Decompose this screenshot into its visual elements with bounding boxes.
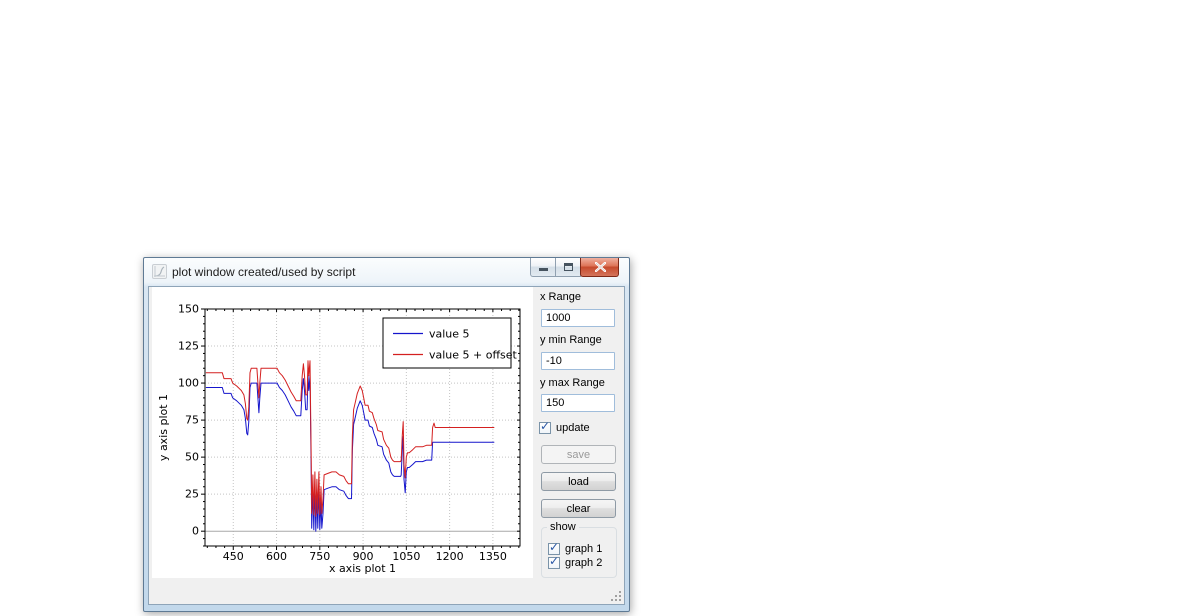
svg-text:1050: 1050 [392,550,420,563]
svg-text:x axis plot 1: x axis plot 1 [329,562,396,575]
svg-text:25: 25 [185,488,199,501]
svg-text:75: 75 [185,414,199,427]
y-min-range-label: y min Range [540,334,602,346]
svg-text:50: 50 [185,451,199,464]
maximize-button[interactable] [555,258,581,277]
save-button[interactable]: save [541,445,616,464]
title-bar[interactable]: plot window created/used by script [144,258,629,286]
y-min-range-input[interactable] [541,352,615,370]
check-icon: ✓ [549,540,560,554]
y-max-range-input[interactable] [541,394,615,412]
resize-grip[interactable] [611,591,621,601]
update-checkbox-label: update [556,422,590,434]
x-range-label: x Range [540,291,581,303]
maximize-icon [564,263,573,271]
sidebar: x Range y min Range y max Range ✓ update… [538,291,623,581]
svg-text:600: 600 [266,550,287,563]
svg-text:150: 150 [178,303,199,316]
check-icon: ✓ [549,554,560,568]
update-checkbox[interactable]: ✓ update [539,419,590,434]
y-max-range-label: y max Range [540,377,605,389]
svg-text:750: 750 [309,550,330,563]
svg-text:1350: 1350 [479,550,507,563]
plot-canvas[interactable]: 450 600 750 900 1050 1200 13500255075100125150… [152,287,533,578]
graph2-checkbox[interactable]: ✓ graph 2 [548,554,603,569]
x-range-input[interactable] [541,309,615,327]
checkbox-box: ✓ [548,554,560,569]
plot-panel: 450 600 750 900 1050 1200 1350 0 25 50 75 100 125 150… [152,287,533,578]
minimize-icon [539,268,548,271]
load-button[interactable]: load [541,472,616,491]
clear-button[interactable]: clear [541,499,616,518]
svg-text:125: 125 [178,340,199,353]
graph2-checkbox-label: graph 2 [565,557,603,569]
graph1-checkbox-label: graph 1 [565,543,603,555]
svg-text:0: 0 [192,525,199,538]
svg-text:y axis plot 1: y axis plot 1 [157,394,170,461]
show-groupbox: show ✓ graph 1 ✓ graph 2 [541,521,617,578]
svg-text:value 5 + offset: value 5 + offset [429,349,518,362]
minimize-button[interactable] [530,258,556,277]
checkbox-box: ✓ [539,419,551,434]
close-button[interactable] [580,258,619,277]
svg-text:450: 450 [223,550,244,563]
client-area: 450 600 750 900 1050 1200 1350 0 25 50 75 100 125 150… [148,286,625,605]
app-window: plot window created/used by script 450 60… [143,257,630,612]
caption-buttons [530,258,619,277]
svg-text:value 5: value 5 [429,328,470,341]
close-icon [595,262,606,272]
svg-text:100: 100 [178,377,199,390]
show-groupbox-label: show [547,521,579,533]
app-icon [152,264,167,279]
window-title: plot window created/used by script [172,265,356,279]
svg-text:1200: 1200 [436,550,464,563]
check-icon: ✓ [540,419,551,433]
